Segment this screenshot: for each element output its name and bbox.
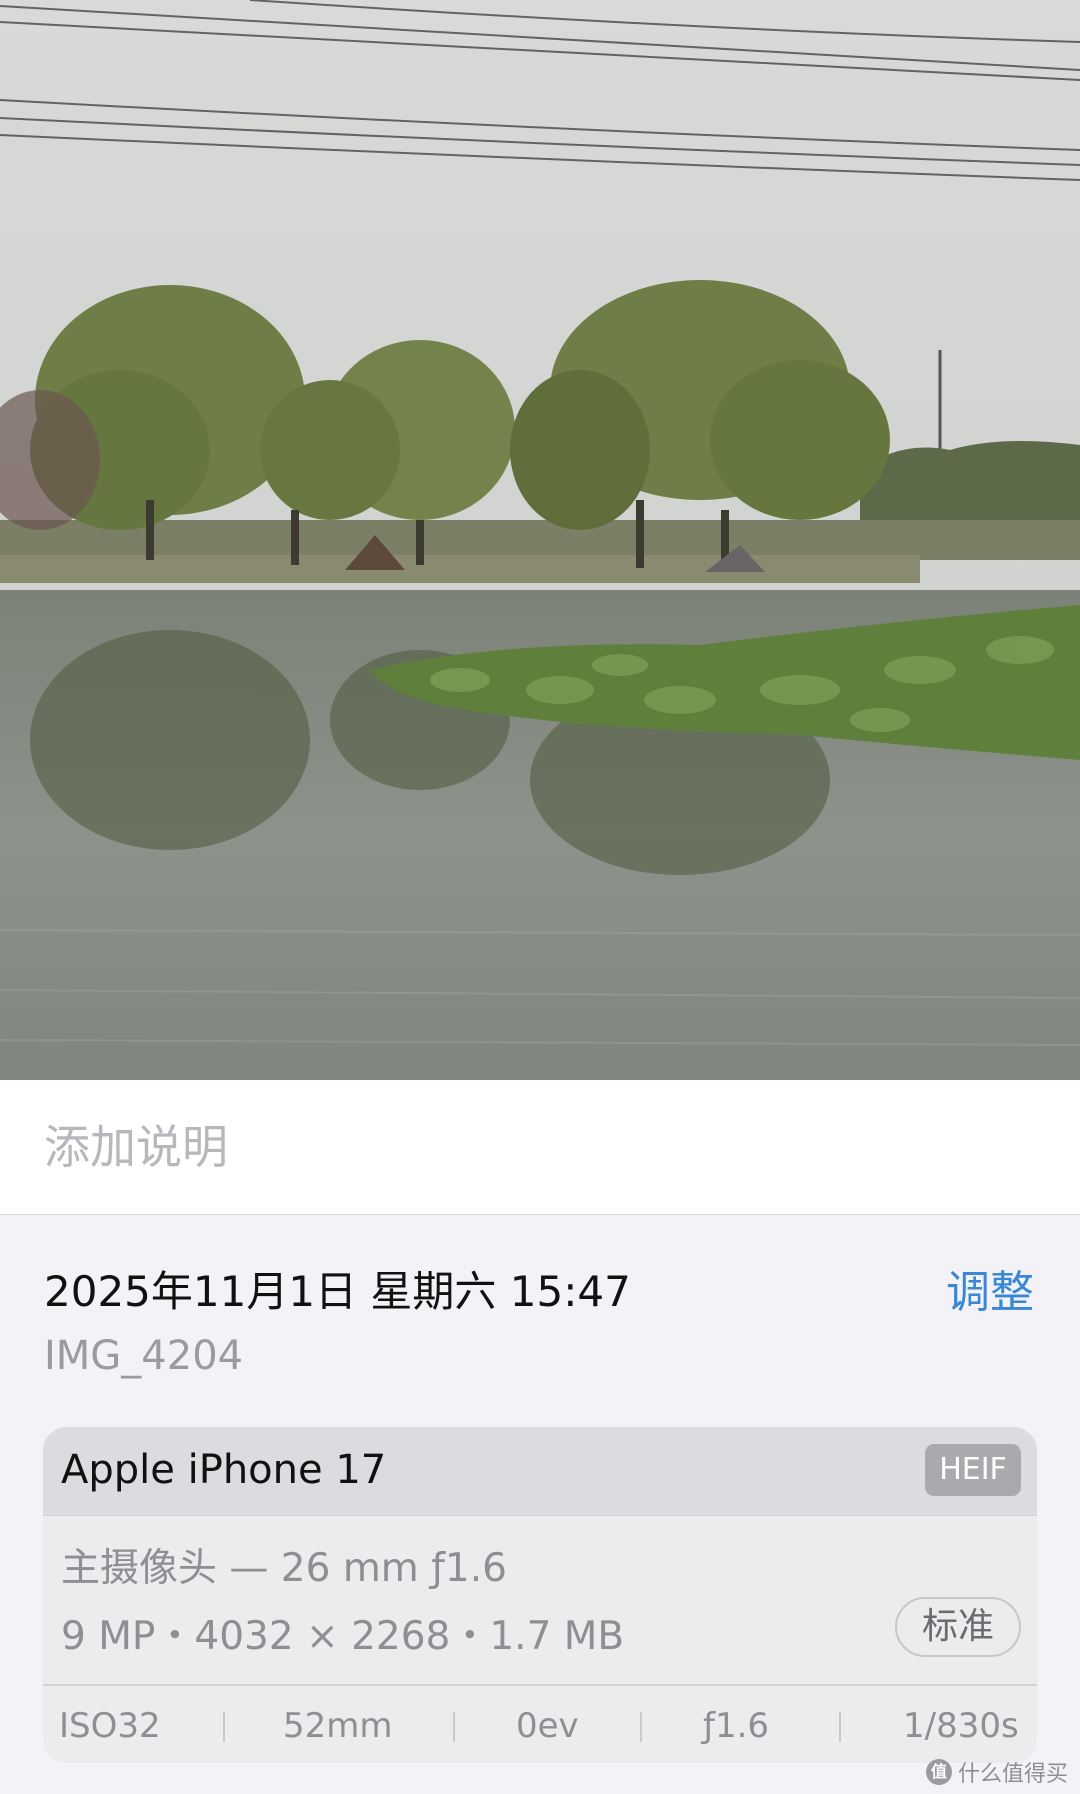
- camera-card-header: Apple iPhone 17 HEIF: [43, 1427, 1037, 1516]
- watermark-logo-icon: 值: [925, 1759, 952, 1785]
- exif-shutter-speed: 1/830s: [903, 1706, 1019, 1746]
- exif-iso: ISO32: [59, 1706, 161, 1746]
- exif-separator: [839, 1712, 841, 1742]
- format-badge: HEIF: [925, 1444, 1021, 1496]
- lake-landscape-image: [0, 0, 1080, 1080]
- device-name: Apple iPhone 17: [61, 1447, 387, 1493]
- watermark: 值 什么值得买: [925, 1756, 1068, 1788]
- exif-exposure-value: 0ev: [516, 1706, 579, 1746]
- exif-separator: [453, 1712, 455, 1742]
- quality-button[interactable]: 标准: [895, 1597, 1021, 1657]
- photo-filename: IMG_4204: [44, 1333, 244, 1379]
- photo-datetime: 2025年11月1日 星期六 15:47: [44, 1267, 631, 1316]
- exif-row: ISO32 52mm 0ev ƒ1.6 1/830s: [43, 1686, 1037, 1763]
- exif-separator: [640, 1712, 642, 1742]
- exif-separator: [223, 1712, 225, 1742]
- exif-focal-length: 52mm: [283, 1706, 393, 1746]
- adjust-button[interactable]: 调整: [946, 1256, 1034, 1320]
- add-caption-input[interactable]: [44, 1114, 1034, 1180]
- caption-area: [0, 1080, 1080, 1215]
- image-specs: 9 MP・4032 × 2268・1.7 MB: [61, 1614, 625, 1659]
- photo-preview[interactable]: [0, 0, 1080, 1080]
- watermark-text: 什么值得买: [957, 1762, 1068, 1787]
- lens-info: 主摄像头 — 26 mm ƒ1.6: [61, 1546, 507, 1591]
- exif-aperture: ƒ1.6: [703, 1706, 770, 1746]
- camera-info-card: Apple iPhone 17 HEIF 主摄像头 — 26 mm ƒ1.6 9…: [43, 1427, 1037, 1763]
